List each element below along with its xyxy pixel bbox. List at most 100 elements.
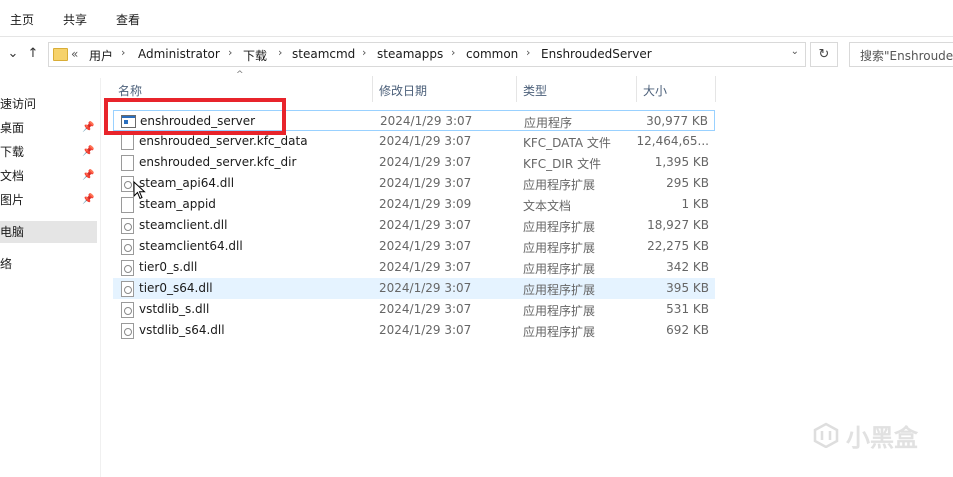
sidebar-item-label: 桌面 bbox=[0, 121, 25, 135]
column-divider[interactable] bbox=[516, 76, 517, 102]
breadcrumb-enshroudedserver[interactable]: EnshroudedServer bbox=[541, 47, 652, 61]
file-row[interactable]: vstdlib_s.dll 2024/1/29 3:07 应用程序扩展 531 … bbox=[113, 299, 715, 320]
sidebar-item-label: 下载 bbox=[0, 145, 25, 159]
up-arrow-icon[interactable]: ↑ bbox=[24, 44, 42, 64]
file-size: 295 KB bbox=[666, 176, 709, 190]
file-date: 2024/1/29 3:07 bbox=[379, 176, 472, 190]
chevron-right-icon: › bbox=[362, 46, 367, 59]
sidebar-item-this-pc[interactable]: 电脑 bbox=[0, 221, 97, 243]
breadcrumb-downloads[interactable]: 下载 bbox=[243, 47, 267, 64]
file-name: steamclient.dll bbox=[139, 218, 228, 232]
ribbon: 主页 共享 查看 bbox=[0, 0, 953, 36]
column-header-date[interactable]: 修改日期 bbox=[379, 80, 427, 102]
breadcrumb-users[interactable]: 用户 bbox=[89, 47, 113, 64]
file-row[interactable]: tier0_s64.dll 2024/1/29 3:07 应用程序扩展 395 … bbox=[113, 278, 715, 299]
chevron-right-icon: › bbox=[228, 46, 233, 59]
breadcrumb-common[interactable]: common bbox=[466, 47, 518, 61]
file-type: 文本文档 bbox=[523, 199, 572, 213]
sidebar-item-documents[interactable]: 文档 📌 bbox=[0, 165, 97, 187]
chevron-right-icon: › bbox=[121, 46, 126, 59]
file-type: 应用程序扩展 bbox=[523, 325, 596, 339]
file-size: 30,977 KB bbox=[646, 114, 708, 128]
file-size: 12,464,65... bbox=[636, 134, 709, 148]
pin-icon: 📌 bbox=[82, 170, 95, 181]
file-name: steamclient64.dll bbox=[139, 239, 243, 253]
chevron-right-icon: › bbox=[278, 46, 283, 59]
dll-icon bbox=[121, 239, 134, 255]
file-date: 2024/1/29 3:07 bbox=[379, 239, 472, 253]
column-divider[interactable] bbox=[636, 76, 637, 102]
file-row[interactable]: steamclient64.dll 2024/1/29 3:07 应用程序扩展 … bbox=[113, 236, 715, 257]
file-row[interactable]: vstdlib_s64.dll 2024/1/29 3:07 应用程序扩展 69… bbox=[113, 320, 715, 341]
pin-icon: 📌 bbox=[82, 146, 95, 157]
file-name: tier0_s64.dll bbox=[139, 281, 213, 295]
sidebar-item-quick-access[interactable]: 速访问 bbox=[0, 93, 97, 115]
refresh-button[interactable]: ↻ bbox=[810, 42, 838, 67]
file-date: 2024/1/29 3:09 bbox=[379, 197, 472, 211]
column-header-size[interactable]: 大小 bbox=[643, 80, 667, 102]
file-type: KFC_DATA 文件 bbox=[523, 136, 611, 150]
breadcrumb-administrator[interactable]: Administrator bbox=[138, 47, 220, 61]
file-date: 2024/1/29 3:07 bbox=[379, 155, 472, 169]
file-type: 应用程序扩展 bbox=[523, 241, 596, 255]
file-size: 1 KB bbox=[681, 197, 709, 211]
file-name: enshrouded_server.kfc_dir bbox=[139, 155, 297, 169]
sidebar-item-network[interactable]: 络 bbox=[0, 253, 97, 275]
file-type: 应用程序扩展 bbox=[523, 304, 596, 318]
sidebar-item-label: 速访问 bbox=[0, 97, 37, 111]
file-name: tier0_s.dll bbox=[139, 260, 198, 274]
file-size: 18,927 KB bbox=[647, 218, 709, 232]
ribbon-divider bbox=[0, 36, 953, 37]
tab-view[interactable]: 查看 bbox=[116, 11, 140, 28]
file-size: 531 KB bbox=[666, 302, 709, 316]
sort-ascending-icon: ^ bbox=[236, 70, 244, 80]
file-size: 395 KB bbox=[666, 281, 709, 295]
tab-home[interactable]: 主页 bbox=[10, 11, 34, 28]
file-date: 2024/1/29 3:07 bbox=[380, 114, 473, 128]
file-type: 应用程序 bbox=[524, 116, 573, 130]
file-size: 692 KB bbox=[666, 323, 709, 337]
dll-icon bbox=[121, 218, 134, 234]
address-bar[interactable]: « 用户 › Administrator › 下载 › steamcmd › s… bbox=[48, 42, 806, 67]
dll-icon bbox=[121, 302, 134, 318]
pin-icon: 📌 bbox=[82, 122, 95, 133]
highlight-box bbox=[104, 98, 286, 135]
sidebar-item-label: 文档 bbox=[0, 169, 25, 183]
file-row[interactable]: steam_api64.dll 2024/1/29 3:07 应用程序扩展 29… bbox=[113, 173, 715, 194]
chevron-right-icon: › bbox=[526, 46, 531, 59]
file-date: 2024/1/29 3:07 bbox=[379, 302, 472, 316]
breadcrumb-steamcmd[interactable]: steamcmd bbox=[292, 47, 355, 61]
column-header-type[interactable]: 类型 bbox=[523, 80, 547, 102]
column-divider[interactable] bbox=[372, 76, 373, 102]
sidebar-item-label: 络 bbox=[0, 257, 13, 271]
breadcrumb-overflow[interactable]: « bbox=[71, 47, 78, 61]
file-type: KFC_DIR 文件 bbox=[523, 157, 602, 171]
tab-share[interactable]: 共享 bbox=[63, 11, 87, 28]
file-row[interactable]: enshrouded_server.kfc_dir 2024/1/29 3:07… bbox=[113, 152, 715, 173]
chevron-down-icon[interactable]: ⌄ bbox=[4, 44, 22, 64]
search-input[interactable]: 搜索"Enshrouded bbox=[849, 42, 953, 67]
file-name: vstdlib_s.dll bbox=[139, 302, 210, 316]
breadcrumb-steamapps[interactable]: steamapps bbox=[377, 47, 443, 61]
file-date: 2024/1/29 3:07 bbox=[379, 260, 472, 274]
refresh-icon: ↻ bbox=[818, 47, 830, 62]
mouse-cursor-icon bbox=[133, 181, 146, 200]
search-placeholder: 搜索"Enshrouded bbox=[860, 49, 953, 63]
file-date: 2024/1/29 3:07 bbox=[379, 134, 472, 148]
file-name: steam_appid bbox=[139, 197, 216, 211]
sidebar-item-downloads[interactable]: 下载 📌 bbox=[0, 141, 97, 163]
dll-icon bbox=[121, 323, 134, 339]
file-row[interactable]: steam_appid 2024/1/29 3:09 文本文档 1 KB bbox=[113, 194, 715, 215]
file-name: enshrouded_server.kfc_data bbox=[139, 134, 308, 148]
file-row[interactable]: tier0_s.dll 2024/1/29 3:07 应用程序扩展 342 KB bbox=[113, 257, 715, 278]
address-dropdown-icon[interactable]: ⌄ bbox=[791, 46, 799, 57]
file-name: steam_api64.dll bbox=[139, 176, 235, 190]
address-row: ⌄ ↑ « 用户 › Administrator › 下载 › steamcmd… bbox=[0, 38, 953, 70]
file-size: 22,275 KB bbox=[647, 239, 709, 253]
sidebar-item-desktop[interactable]: 桌面 📌 bbox=[0, 117, 97, 139]
sidebar-item-pictures[interactable]: 图片 📌 bbox=[0, 189, 97, 211]
column-divider[interactable] bbox=[715, 76, 716, 102]
file-name: vstdlib_s64.dll bbox=[139, 323, 225, 337]
pin-icon: 📌 bbox=[82, 194, 95, 205]
file-row[interactable]: steamclient.dll 2024/1/29 3:07 应用程序扩展 18… bbox=[113, 215, 715, 236]
